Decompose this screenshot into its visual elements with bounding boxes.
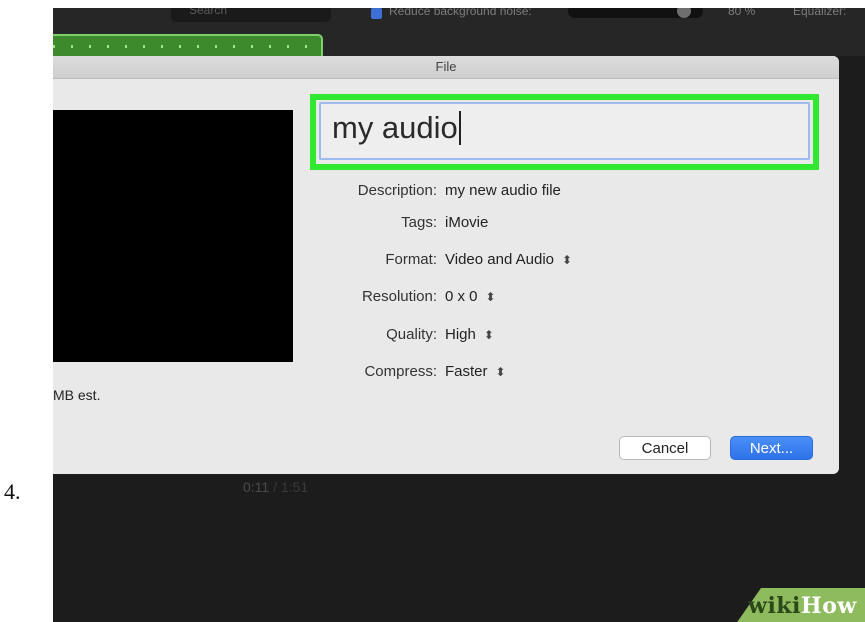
share-file-dialog: File MB est. my audio Description: my ne…	[53, 56, 839, 474]
description-value[interactable]: my new audio file	[445, 182, 561, 199]
compress-value: Faster	[445, 363, 488, 380]
step-number: 4.	[4, 479, 21, 504]
equalizer-label: Equalizer:	[793, 8, 847, 18]
dialog-titlebar: File	[53, 56, 839, 79]
name-value: my audio	[332, 110, 458, 145]
reduce-noise-label: Reduce background noise:	[389, 8, 532, 18]
timecode: 0:11 / 1:51	[243, 479, 308, 495]
up-down-chevron-icon: ⬍	[562, 253, 573, 267]
tags-label: Tags:	[401, 214, 437, 231]
format-label: Format:	[385, 251, 437, 268]
watermark-how: How	[800, 593, 857, 619]
name-input[interactable]: my audio	[319, 102, 810, 160]
quality-label: Quality:	[386, 326, 437, 343]
timecode-total: 1:51	[280, 479, 309, 495]
reduce-noise-checkbox[interactable]	[371, 8, 382, 19]
size-estimate: MB est.	[53, 387, 101, 403]
up-down-chevron-icon: ⬍	[495, 365, 506, 379]
timecode-current: 0:11	[243, 479, 270, 495]
quality-select[interactable]: High ⬍	[445, 326, 494, 343]
format-select[interactable]: Video and Audio ⬍	[445, 251, 572, 268]
video-preview	[53, 110, 293, 362]
description-label: Description:	[357, 182, 437, 199]
text-caret	[458, 111, 461, 145]
resolution-label: Resolution:	[361, 288, 437, 305]
resolution-select[interactable]: 0 x 0 ⬍	[445, 288, 496, 305]
noise-value: 80 %	[728, 8, 756, 18]
screenshot: Search Reduce background noise: 80 % Equ…	[53, 8, 865, 622]
cancel-button[interactable]: Cancel	[619, 436, 711, 460]
name-input-text: my audio	[332, 110, 461, 146]
watermark-wiki: wiki	[748, 593, 801, 619]
dialog-title: File	[435, 59, 457, 74]
next-button[interactable]: Next...	[730, 436, 813, 460]
search-field[interactable]: Search	[171, 8, 331, 22]
up-down-chevron-icon: ⬍	[485, 290, 496, 304]
compress-label: Compress:	[364, 363, 437, 380]
up-down-chevron-icon: ⬍	[483, 328, 494, 342]
quality-value: High	[445, 326, 476, 343]
tags-value[interactable]: iMovie	[445, 214, 488, 231]
wikihow-watermark: wikiHow	[748, 593, 857, 619]
format-value: Video and Audio	[445, 251, 554, 268]
resolution-value: 0 x 0	[445, 288, 478, 305]
timecode-separator: /	[273, 479, 277, 495]
compress-select[interactable]: Faster ⬍	[445, 363, 506, 380]
